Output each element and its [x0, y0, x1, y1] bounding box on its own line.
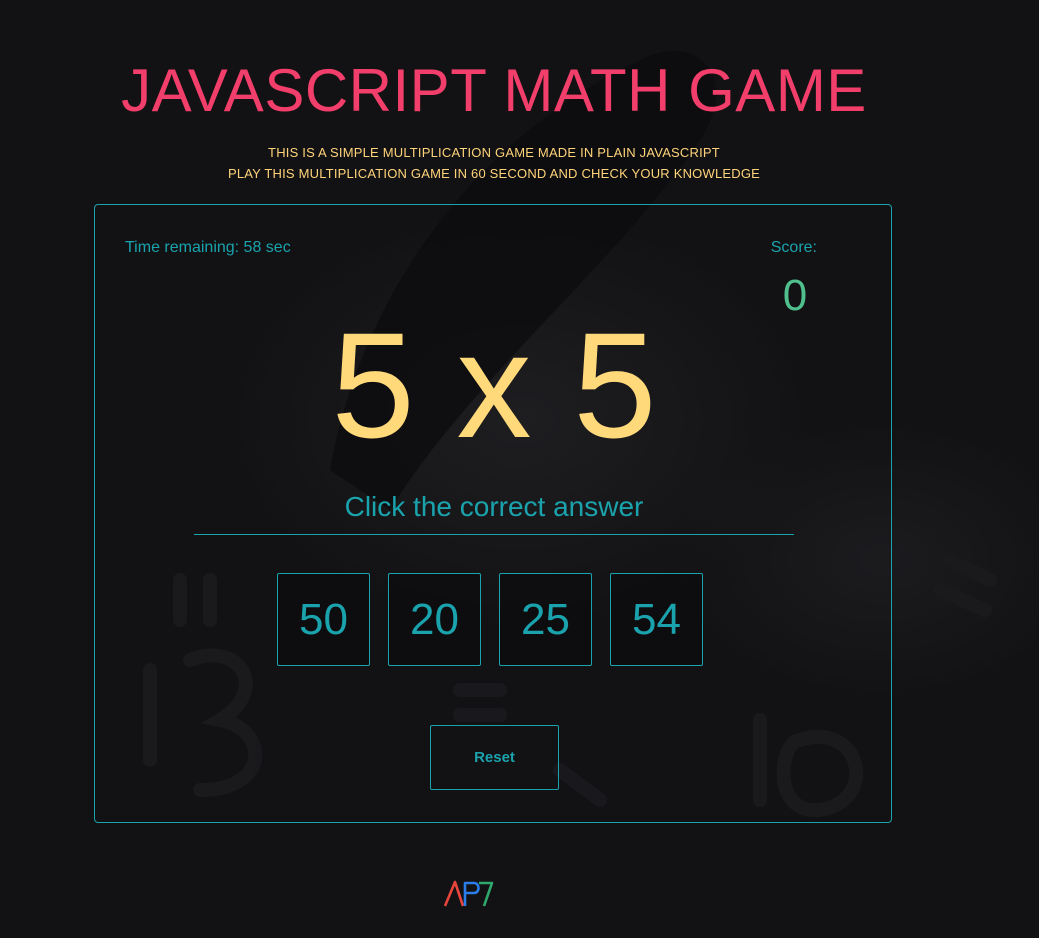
subtitle-line-1: THIS IS A SIMPLE MULTIPLICATION GAME MAD…	[268, 145, 720, 160]
instruction-text: Click the correct answer	[344, 491, 644, 522]
divider	[194, 534, 794, 535]
reset-button[interactable]: Reset	[430, 725, 559, 790]
question: 5 x 5	[331, 301, 657, 469]
game-panel: Time remaining: 58 sec Score: 0 5 x 5 Cl…	[94, 204, 892, 823]
page-title: JAVASCRIPT MATH GAME	[121, 57, 867, 124]
score-label: Score:	[770, 239, 817, 256]
ap7-logo-icon[interactable]	[443, 878, 495, 908]
subtitle-line-2: PLAY THIS MULTIPLICATION GAME IN 60 SECO…	[227, 166, 761, 181]
answer-choice-2[interactable]: 20	[388, 573, 481, 666]
page: JAVASCRIPT MATH GAME THIS IS A SIMPLE MU…	[0, 0, 1039, 938]
answer-choice-3[interactable]: 25	[499, 573, 592, 666]
time-remaining: Time remaining: 58 sec	[125, 239, 291, 256]
answer-choice-1[interactable]: 50	[277, 573, 370, 666]
answer-choice-4[interactable]: 54	[610, 573, 703, 666]
